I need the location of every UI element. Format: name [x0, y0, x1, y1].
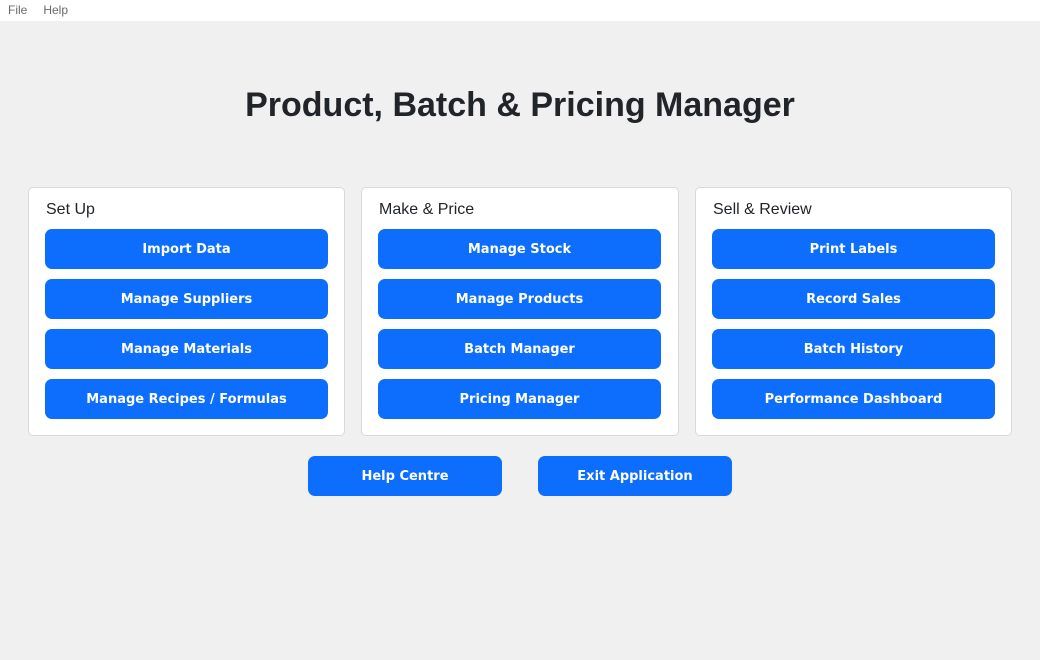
record-sales-button[interactable]: Record Sales [712, 279, 995, 319]
print-labels-button[interactable]: Print Labels [712, 229, 995, 269]
exit-application-button[interactable]: Exit Application [538, 456, 732, 496]
panel-set-up: Set Up Import Data Manage Suppliers Mana… [28, 187, 345, 436]
import-data-button[interactable]: Import Data [45, 229, 328, 269]
page-title: Product, Batch & Pricing Manager [245, 86, 795, 124]
help-centre-button[interactable]: Help Centre [308, 456, 502, 496]
menu-file[interactable]: File [0, 0, 35, 21]
menu-help[interactable]: Help [35, 0, 76, 21]
panel-sell-review: Sell & Review Print Labels Record Sales … [695, 187, 1012, 436]
panel-make-price: Make & Price Manage Stock Manage Product… [361, 187, 679, 436]
manage-products-button[interactable]: Manage Products [378, 279, 661, 319]
panel-title: Sell & Review [713, 201, 812, 218]
panel-title: Make & Price [379, 201, 475, 218]
pricing-manager-button[interactable]: Pricing Manager [378, 379, 661, 419]
batch-manager-button[interactable]: Batch Manager [378, 329, 661, 369]
manage-materials-button[interactable]: Manage Materials [45, 329, 328, 369]
manage-suppliers-button[interactable]: Manage Suppliers [45, 279, 328, 319]
panel-title: Set Up [46, 201, 95, 218]
batch-history-button[interactable]: Batch History [712, 329, 995, 369]
menu-bar: File Help [0, 0, 1040, 21]
performance-dashboard-button[interactable]: Performance Dashboard [712, 379, 995, 419]
manage-stock-button[interactable]: Manage Stock [378, 229, 661, 269]
manage-recipes-button[interactable]: Manage Recipes / Formulas [45, 379, 328, 419]
